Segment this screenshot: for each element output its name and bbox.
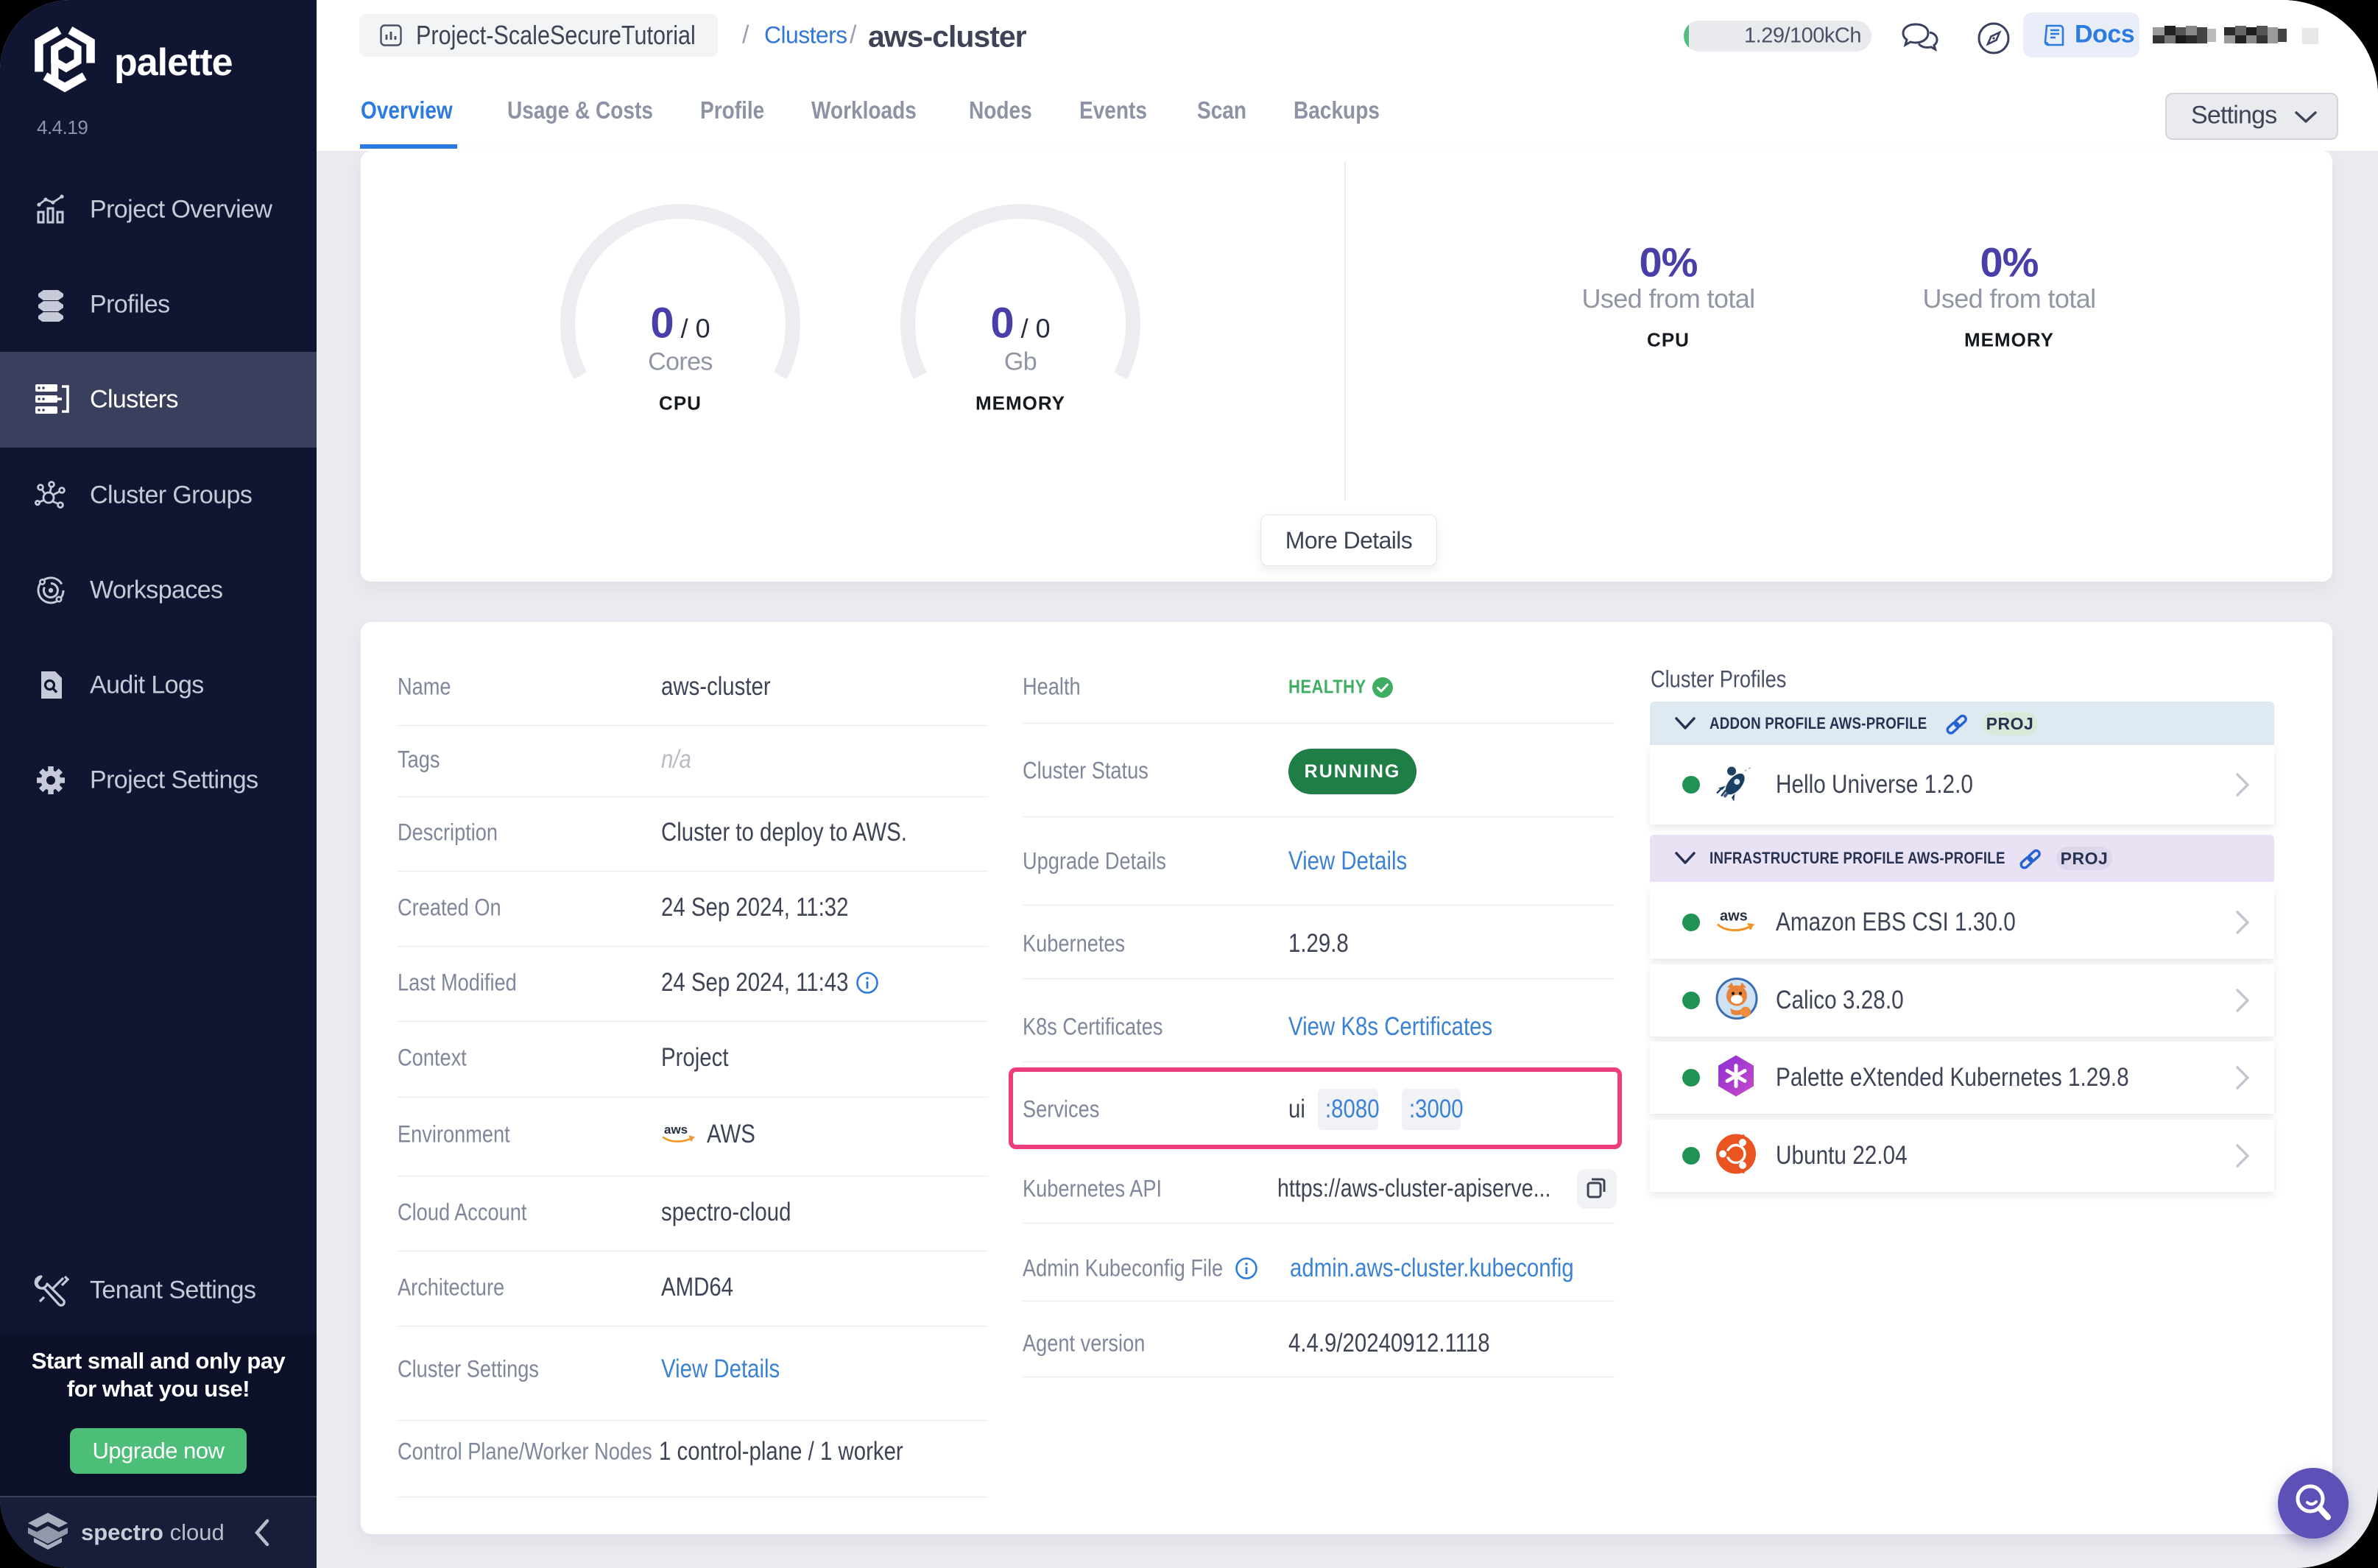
svg-text:aws: aws [1720,908,1748,925]
svg-text:aws: aws [664,1123,688,1137]
